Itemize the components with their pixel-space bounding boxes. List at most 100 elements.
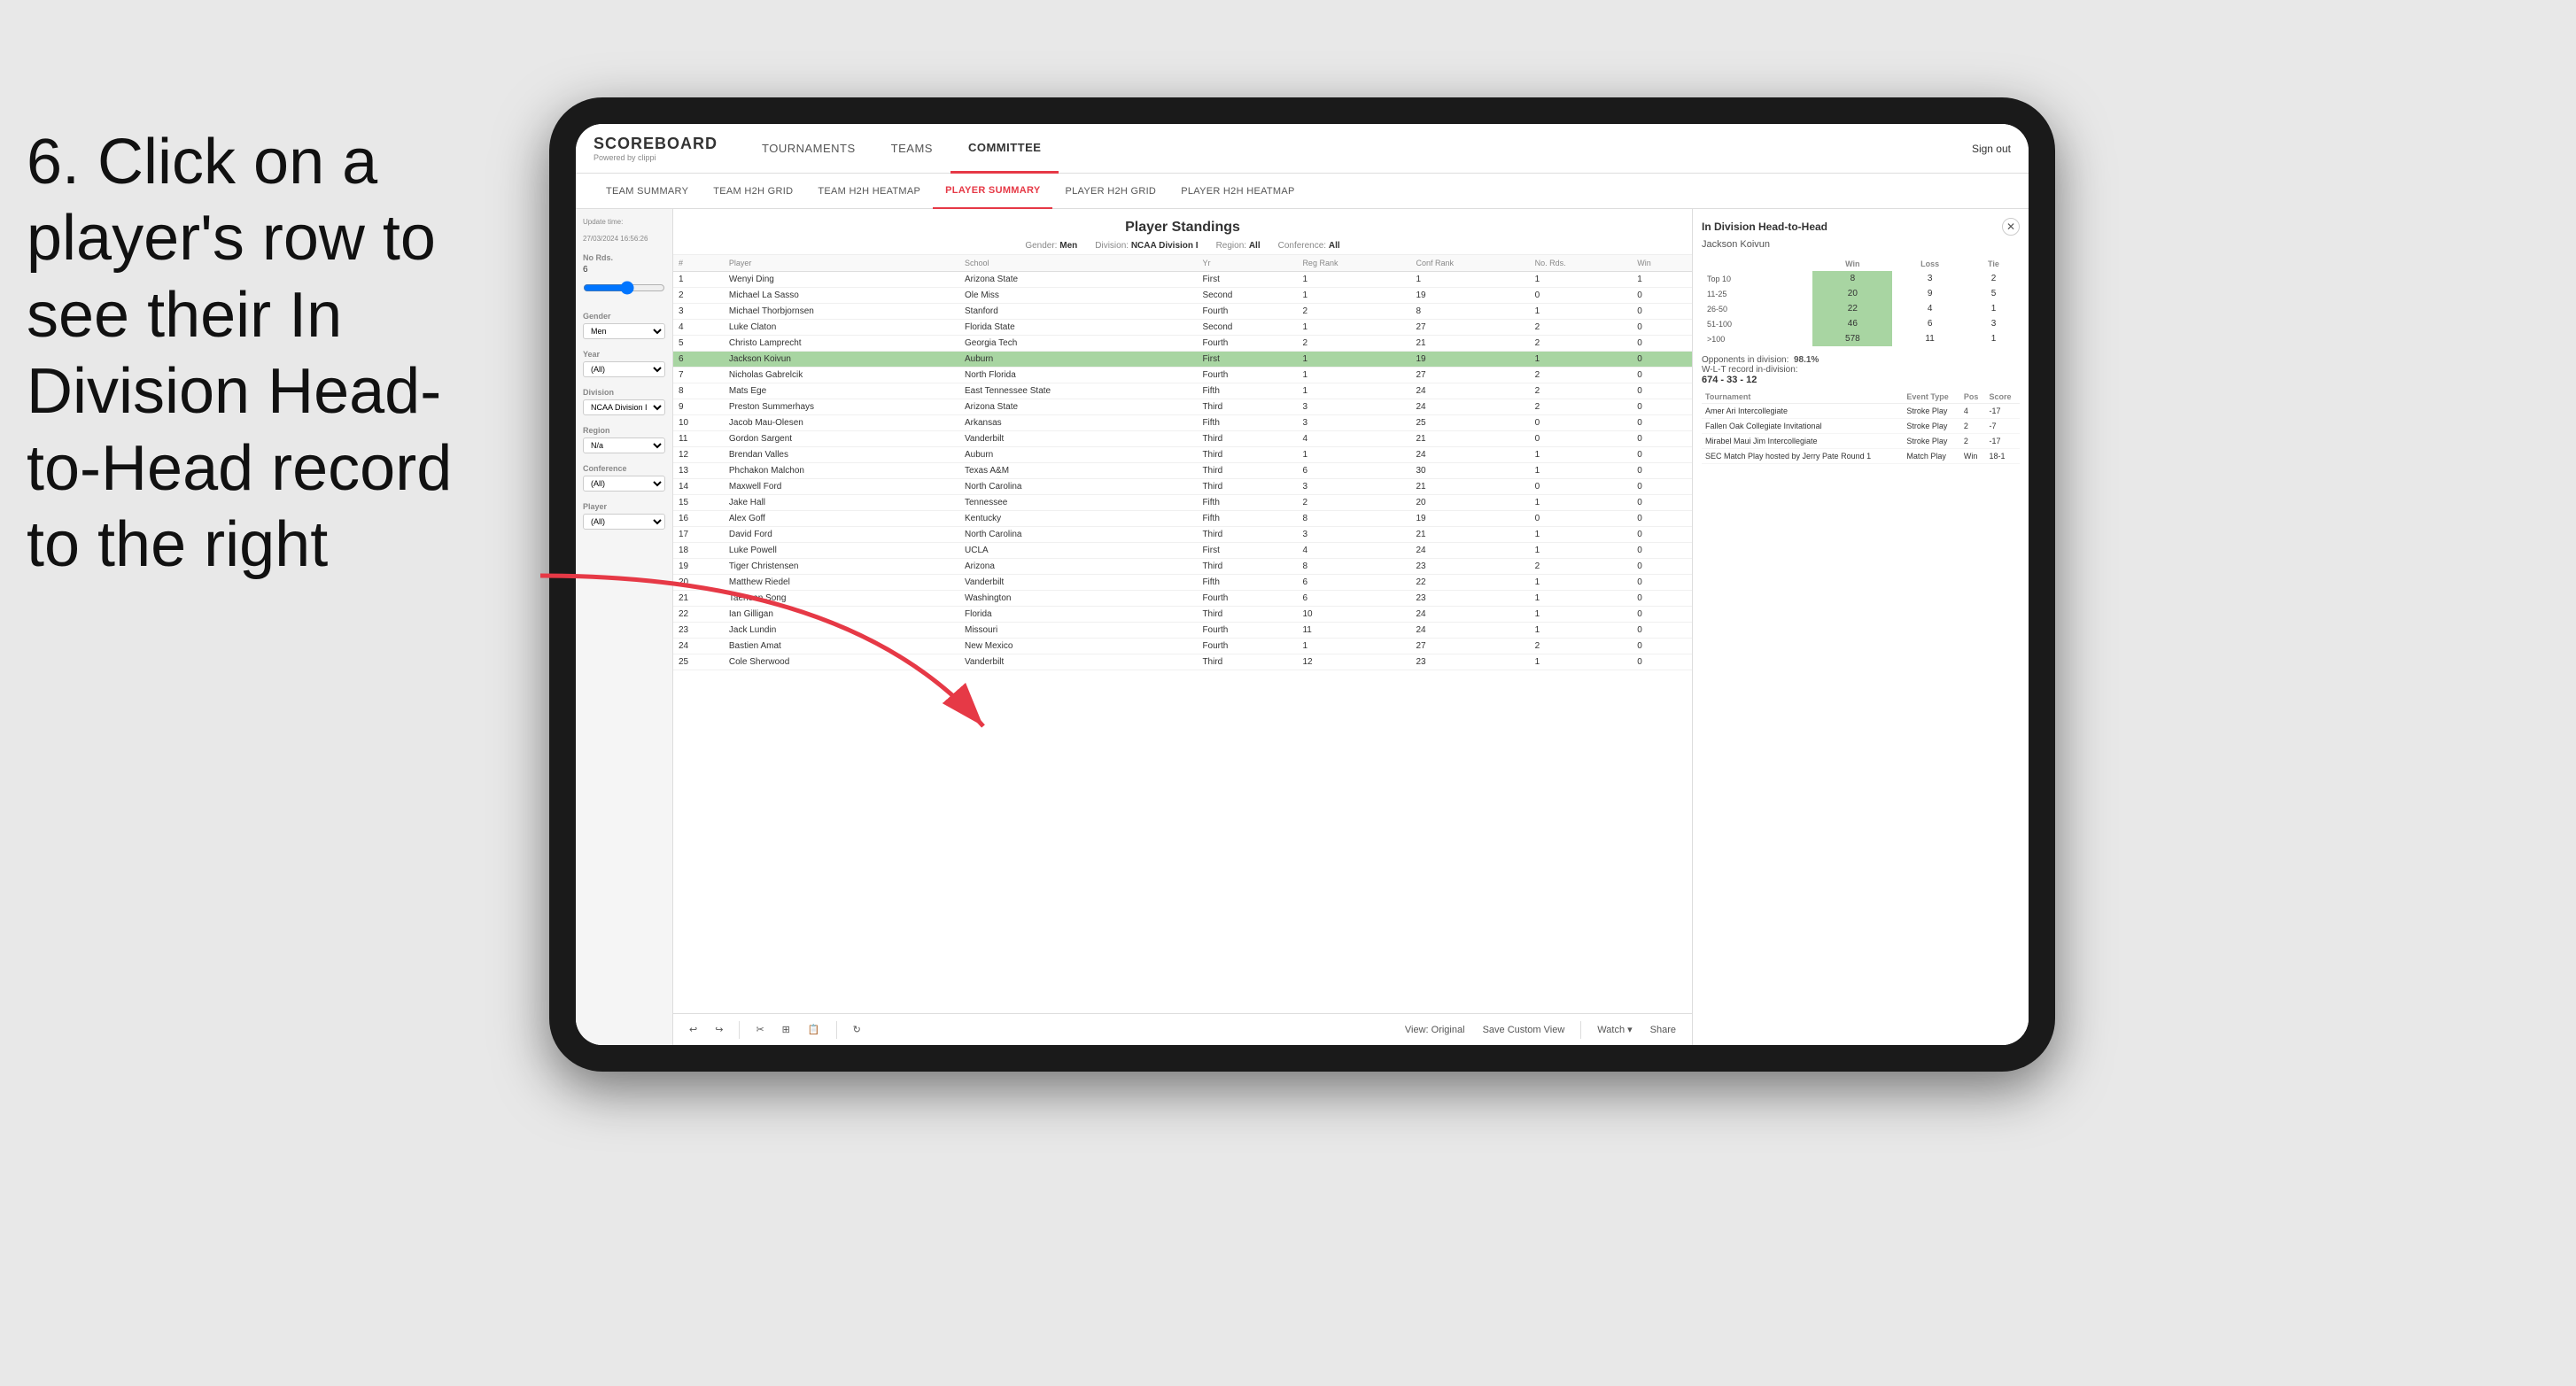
gender-label: Gender [583, 312, 665, 321]
sub-nav-team-summary[interactable]: TEAM SUMMARY [594, 174, 701, 209]
rounds-slider[interactable] [583, 278, 665, 298]
cell-conf: 21 [1410, 527, 1529, 543]
table-row[interactable]: 3 Michael Thorbjornsen Stanford Fourth 2… [673, 304, 1692, 320]
table-row[interactable]: 6 Jackson Koivun Auburn First 1 19 1 0 [673, 352, 1692, 368]
sub-nav-team-h2h-heatmap[interactable]: TEAM H2H HEATMAP [805, 174, 933, 209]
tournament-pos: 4 [1960, 404, 1986, 419]
cell-win: 0 [1632, 447, 1692, 463]
h2h-win: 20 [1812, 286, 1892, 301]
cell-conf: 1 [1410, 272, 1529, 288]
h2h-header: In Division Head-to-Head ✕ [1702, 218, 2020, 236]
tournament-name: SEC Match Play hosted by Jerry Pate Roun… [1702, 449, 1903, 464]
table-row[interactable]: 16 Alex Goff Kentucky Fifth 8 19 0 0 [673, 511, 1692, 527]
tournament-pos: 2 [1960, 434, 1986, 449]
table-row[interactable]: 12 Brendan Valles Auburn Third 1 24 1 0 [673, 447, 1692, 463]
table-row[interactable]: 2 Michael La Sasso Ole Miss Second 1 19 … [673, 288, 1692, 304]
cell-player: Luke Powell [724, 543, 959, 559]
table-row[interactable]: 25 Cole Sherwood Vanderbilt Third 12 23 … [673, 654, 1692, 670]
nav-tournaments[interactable]: TOURNAMENTS [744, 124, 873, 174]
sub-nav-player-h2h-grid[interactable]: PLAYER H2H GRID [1052, 174, 1168, 209]
tournament-row: Fallen Oak Collegiate Invitational Strok… [1702, 419, 2020, 434]
cell-win: 0 [1632, 575, 1692, 591]
refresh-button[interactable]: ↻ [848, 1022, 866, 1037]
table-row[interactable]: 17 David Ford North Carolina Third 3 21 … [673, 527, 1692, 543]
opponents-value: 98.1% [1794, 355, 1819, 365]
standings-filters: Gender: Men Division: NCAA Division I Re… [687, 241, 1678, 251]
watch-button[interactable]: Watch ▾ [1592, 1022, 1637, 1037]
table-row[interactable]: 8 Mats Ege East Tennessee State Fifth 1 … [673, 383, 1692, 399]
sub-nav-player-h2h-heatmap[interactable]: PLAYER H2H HEATMAP [1168, 174, 1307, 209]
nav-teams[interactable]: TEAMS [873, 124, 950, 174]
table-row[interactable]: 19 Tiger Christensen Arizona Third 8 23 … [673, 559, 1692, 575]
cell-num: 16 [673, 511, 724, 527]
h2h-loss: 9 [1892, 286, 1967, 301]
table-row[interactable]: 7 Nicholas Gabrelcik North Florida Fourt… [673, 368, 1692, 383]
cell-win: 1 [1632, 272, 1692, 288]
table-row[interactable]: 11 Gordon Sargent Vanderbilt Third 4 21 … [673, 431, 1692, 447]
cell-num: 13 [673, 463, 724, 479]
cell-yr: Third [1197, 447, 1297, 463]
tournament-score: -17 [1985, 404, 2020, 419]
tournament-row: Amer Ari Intercollegiate Stroke Play 4 -… [1702, 404, 2020, 419]
sub-nav-team-h2h-grid[interactable]: TEAM H2H GRID [701, 174, 805, 209]
cell-yr: Third [1197, 463, 1297, 479]
player-select[interactable]: (All) [583, 514, 665, 530]
table-row[interactable]: 24 Bastien Amat New Mexico Fourth 1 27 2… [673, 639, 1692, 654]
h2h-col-loss: Loss [1892, 257, 1967, 271]
division-select[interactable]: NCAA Division I [583, 399, 665, 415]
conference-select[interactable]: (All) [583, 476, 665, 492]
cell-rds: 0 [1530, 415, 1633, 431]
table-row[interactable]: 23 Jack Lundin Missouri Fourth 11 24 1 0 [673, 623, 1692, 639]
table-row[interactable]: 1 Wenyi Ding Arizona State First 1 1 1 1 [673, 272, 1692, 288]
table-row[interactable]: 10 Jacob Mau-Olesen Arkansas Fifth 3 25 … [673, 415, 1692, 431]
year-select[interactable]: (All) [583, 361, 665, 377]
cell-yr: Fifth [1197, 415, 1297, 431]
paste-button[interactable]: 📋 [803, 1022, 826, 1037]
cell-num: 18 [673, 543, 724, 559]
cell-yr: Fourth [1197, 591, 1297, 607]
cell-school: New Mexico [959, 639, 1197, 654]
cell-win: 0 [1632, 591, 1692, 607]
table-row[interactable]: 20 Matthew Riedel Vanderbilt Fifth 6 22 … [673, 575, 1692, 591]
nav-committee[interactable]: COMMITTEE [950, 124, 1059, 174]
undo-button[interactable]: ↩ [684, 1022, 702, 1037]
cut-button[interactable]: ✂ [750, 1022, 769, 1037]
sub-nav-player-summary[interactable]: PLAYER SUMMARY [933, 174, 1052, 209]
region-select[interactable]: N/a [583, 437, 665, 453]
table-row[interactable]: 13 Phchakon Malchon Texas A&M Third 6 30… [673, 463, 1692, 479]
no-rds-label: No Rds. [583, 253, 665, 262]
copy-button[interactable]: ⊞ [777, 1022, 795, 1037]
cell-yr: Second [1197, 320, 1297, 336]
cell-rds: 1 [1530, 352, 1633, 368]
cell-player: Brendan Valles [724, 447, 959, 463]
gender-select[interactable]: Men [583, 323, 665, 339]
view-original-button[interactable]: View: Original [1400, 1023, 1470, 1037]
table-row[interactable]: 5 Christo Lamprecht Georgia Tech Fourth … [673, 336, 1692, 352]
redo-button[interactable]: ↪ [710, 1022, 728, 1037]
cell-conf: 23 [1410, 591, 1529, 607]
h2h-close-button[interactable]: ✕ [2002, 218, 2020, 236]
table-row[interactable]: 14 Maxwell Ford North Carolina Third 3 2… [673, 479, 1692, 495]
table-row[interactable]: 22 Ian Gilligan Florida Third 10 24 1 0 [673, 607, 1692, 623]
h2h-col-tie: Tie [1967, 257, 2020, 271]
tournament-type: Match Play [1903, 449, 1960, 464]
table-row[interactable]: 15 Jake Hall Tennessee Fifth 2 20 1 0 [673, 495, 1692, 511]
cell-school: Florida State [959, 320, 1197, 336]
sign-out-button[interactable]: Sign out [1972, 143, 2011, 155]
cell-win: 0 [1632, 368, 1692, 383]
save-custom-button[interactable]: Save Custom View [1478, 1023, 1571, 1037]
cell-num: 25 [673, 654, 724, 670]
table-row[interactable]: 9 Preston Summerhays Arizona State Third… [673, 399, 1692, 415]
share-button[interactable]: Share [1645, 1023, 1681, 1037]
cell-win: 0 [1632, 639, 1692, 654]
cell-yr: Third [1197, 527, 1297, 543]
cell-conf: 30 [1410, 463, 1529, 479]
table-row[interactable]: 18 Luke Powell UCLA First 4 24 1 0 [673, 543, 1692, 559]
table-row[interactable]: 4 Luke Claton Florida State Second 1 27 … [673, 320, 1692, 336]
conference-label: Conference [583, 464, 665, 473]
table-row[interactable]: 21 Taehoon Song Washington Fourth 6 23 1… [673, 591, 1692, 607]
cell-rds: 1 [1530, 543, 1633, 559]
cell-rds: 1 [1530, 527, 1633, 543]
h2h-tie: 3 [1967, 316, 2020, 331]
h2h-grid-row: 26-50 22 4 1 [1702, 301, 2020, 316]
